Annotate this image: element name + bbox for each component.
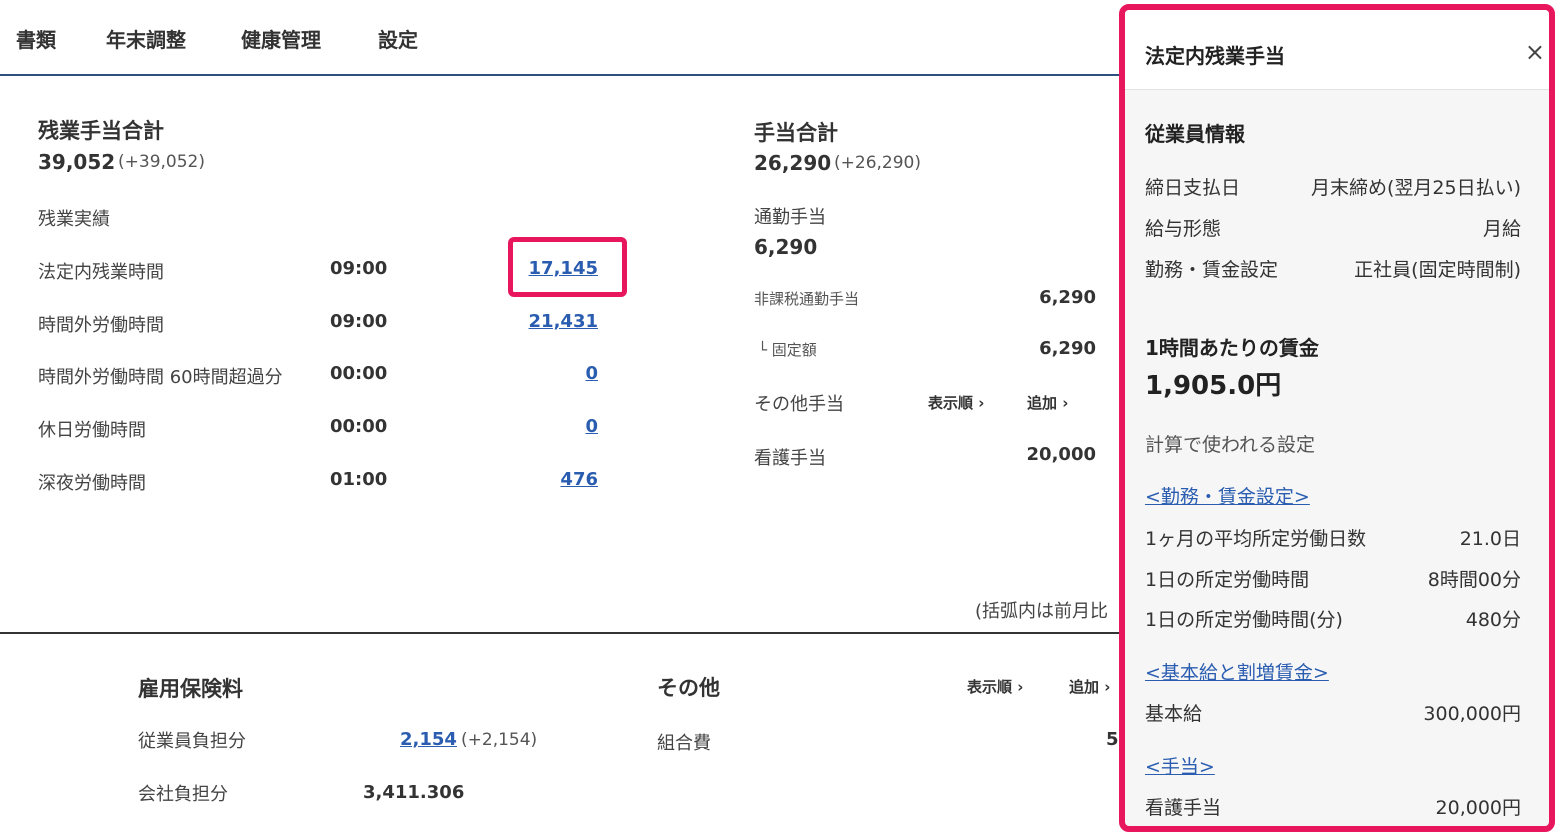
employee-info-value: 月末締め(翌月25日払い) <box>1310 177 1521 199</box>
employee-info-label: 締日支払日 <box>1145 177 1241 199</box>
insurance-row-label: 従業員負担分 <box>138 731 246 752</box>
overtime-row-label: 深夜労働時間 <box>38 473 146 494</box>
overtime-row-amount-link[interactable]: 17,145 <box>500 258 598 279</box>
employee-info-label: 勤務・賃金設定 <box>1145 259 1279 281</box>
panel-header: 法定内残業手当 × <box>1125 10 1549 90</box>
commute-row-label: └ 固定額 <box>758 341 817 359</box>
overtime-row-time: 09:00 <box>330 311 388 332</box>
calc-settings-heading: 計算で使われる設定 <box>1145 434 1316 456</box>
other-allowance-heading: その他手当 <box>754 394 844 415</box>
allowance-total-value: 26,290 <box>754 151 832 175</box>
insurance-row-label: 会社負担分 <box>138 784 228 805</box>
others-add-link[interactable]: 追加 › <box>1069 676 1110 697</box>
detail-panel: 法定内残業手当 × 従業員情報 締日支払日 月末締め(翌月25日払い) 給与形態… <box>1119 4 1555 832</box>
work-setting-label: 1日の所定労働時間 <box>1145 569 1310 591</box>
commute-row-value: 6,290 <box>1039 287 1096 308</box>
overtime-row-amount-link[interactable]: 0 <box>500 416 598 437</box>
overtime-row-amount-link[interactable]: 0 <box>500 363 598 384</box>
others-row-value: 5 <box>1106 729 1119 750</box>
work-setting-label: 1ヶ月の平均所定労働日数 <box>1145 528 1367 550</box>
commute-total: 6,290 <box>754 235 818 259</box>
tab-documents[interactable]: 書類 <box>16 24 56 53</box>
top-nav: 書類 年末調整 健康管理 設定 <box>0 0 1130 76</box>
commute-row-label: 非課税通勤手当 <box>754 290 860 308</box>
commute-row-value: 6,290 <box>1039 338 1096 359</box>
base-pay-settings-link[interactable]: <基本給と割増賃金> <box>1145 658 1329 685</box>
add-allowance-link[interactable]: 追加 › <box>1027 392 1068 413</box>
commute-heading: 通勤手当 <box>754 207 826 228</box>
display-order-link[interactable]: 表示順 › <box>928 392 984 413</box>
overtime-total-diff: (+39,052) <box>118 152 205 172</box>
base-pay-label: 基本給 <box>1145 703 1203 725</box>
overtime-row-amount-link[interactable]: 476 <box>500 469 598 490</box>
employee-share-diff: (+2,154) <box>461 730 538 750</box>
overtime-row-label: 休日労働時間 <box>38 420 146 441</box>
work-wage-settings-link[interactable]: <勤務・賃金設定> <box>1145 482 1310 509</box>
overtime-results-heading: 残業実績 <box>38 209 110 230</box>
work-setting-value: 8時間00分 <box>1427 569 1521 591</box>
overtime-row-label: 時間外労働時間 <box>38 315 164 336</box>
allowance-total-diff: (+26,290) <box>834 153 921 173</box>
tab-settings[interactable]: 設定 <box>378 24 418 53</box>
employee-info-heading: 従業員情報 <box>1145 122 1245 146</box>
employee-info-label: 給与形態 <box>1145 218 1222 240</box>
overtime-total-value: 39,052 <box>38 150 116 174</box>
allowance-setting-value: 20,000円 <box>1435 797 1521 819</box>
others-row-label: 組合費 <box>657 733 711 754</box>
section-divider <box>0 632 1130 634</box>
allowance-setting-label: 看護手当 <box>1145 797 1222 819</box>
tab-year-end-adjustment[interactable]: 年末調整 <box>106 24 186 53</box>
employee-info-value: 正社員(固定時間制) <box>1354 259 1521 281</box>
hourly-wage-value: 1,905.0円 <box>1145 371 1282 401</box>
employee-info-value: 月給 <box>1482 218 1521 240</box>
others-title: その他 <box>657 676 720 700</box>
overtime-total-title: 残業手当合計 <box>38 119 164 143</box>
other-allowance-row-value: 20,000 <box>1026 444 1096 465</box>
other-allowance-row-label: 看護手当 <box>754 448 826 469</box>
comparison-note: (括弧内は前月比 <box>975 601 1109 622</box>
tab-health-management[interactable]: 健康管理 <box>241 24 321 53</box>
overtime-row-label: 法定内残業時間 <box>38 262 164 283</box>
close-icon[interactable]: × <box>1525 38 1545 66</box>
overtime-row-label: 時間外労働時間 60時間超過分 <box>38 367 283 388</box>
company-share-value: 3,411.306 <box>363 782 465 803</box>
work-setting-label: 1日の所定労働時間(分) <box>1145 609 1343 631</box>
employee-share-link[interactable]: 2,154 <box>400 729 457 750</box>
others-display-order-link[interactable]: 表示順 › <box>967 676 1023 697</box>
overtime-row-time: 01:00 <box>330 469 388 490</box>
allowance-total-title: 手当合計 <box>754 121 838 145</box>
work-setting-value: 21.0日 <box>1459 528 1521 550</box>
base-pay-value: 300,000円 <box>1423 703 1521 725</box>
overtime-row-amount-link[interactable]: 21,431 <box>500 311 598 332</box>
employment-insurance-title: 雇用保険料 <box>138 677 243 701</box>
panel-title: 法定内残業手当 <box>1145 44 1285 68</box>
hourly-wage-heading: 1時間あたりの賃金 <box>1145 336 1319 360</box>
overtime-row-time: 00:00 <box>330 416 388 437</box>
overtime-row-time: 09:00 <box>330 258 388 279</box>
work-setting-value: 480分 <box>1465 609 1521 631</box>
allowance-settings-link[interactable]: <手当> <box>1145 752 1215 779</box>
overtime-row-time: 00:00 <box>330 363 388 384</box>
